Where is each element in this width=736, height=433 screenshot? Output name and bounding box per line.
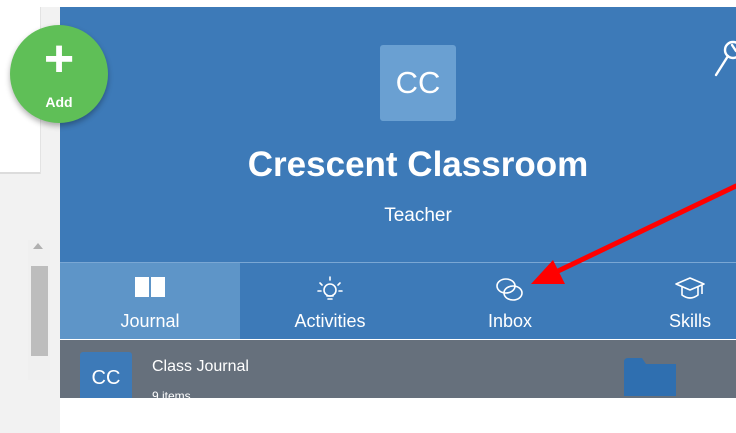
- bottom-area: [60, 398, 736, 433]
- tab-journal[interactable]: Journal: [60, 263, 240, 339]
- class-role: Teacher: [384, 205, 452, 226]
- wrench-icon[interactable]: [710, 39, 736, 81]
- class-avatar: CC: [380, 45, 456, 121]
- add-button[interactable]: + Add: [10, 25, 108, 123]
- book-icon: [135, 277, 165, 297]
- tab-bar: Journal Activities Inbox Skills: [60, 262, 736, 339]
- plus-icon: +: [43, 30, 75, 88]
- folder-icon[interactable]: [624, 358, 676, 396]
- class-header: CC Crescent Classroom Teacher: [60, 7, 736, 262]
- tab-activities[interactable]: Activities: [240, 263, 420, 339]
- tab-inbox[interactable]: Inbox: [420, 263, 600, 339]
- tab-label: Inbox: [487, 311, 533, 331]
- add-button-label: Add: [45, 94, 73, 110]
- tab-label: Journal: [120, 311, 180, 331]
- chat-bubbles-icon: [496, 278, 523, 301]
- tab-label: Skills: [668, 311, 711, 331]
- tab-label: Activities: [294, 311, 366, 331]
- journal-title: Class Journal: [152, 358, 249, 375]
- scrollbar-thumb[interactable]: [31, 266, 48, 356]
- graduation-cap-icon: [675, 277, 705, 299]
- scroll-up-arrow-icon[interactable]: [33, 243, 43, 249]
- window-top-edge: [0, 0, 736, 7]
- left-divider: [0, 172, 40, 174]
- lightbulb-icon: [317, 276, 343, 300]
- journal-avatar: CC: [80, 352, 132, 404]
- class-title: Crescent Classroom: [247, 145, 589, 184]
- tab-skills[interactable]: Skills: [600, 263, 736, 339]
